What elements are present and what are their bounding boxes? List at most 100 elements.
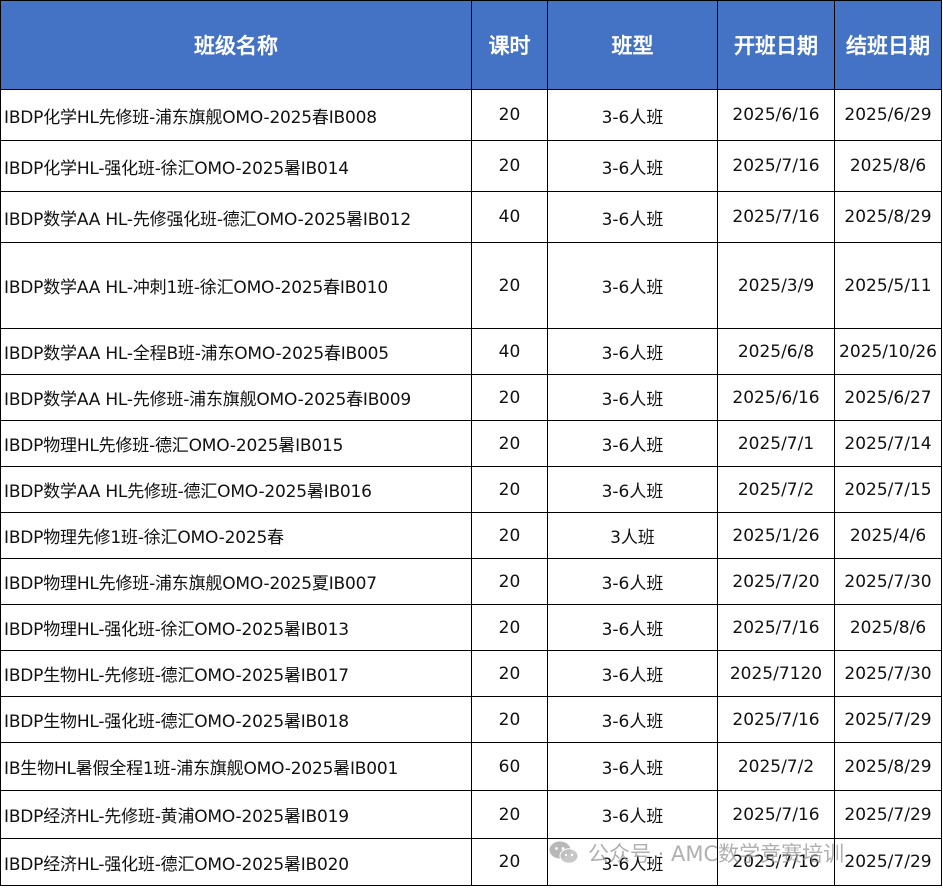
cell-end-date: 2025/7/30 xyxy=(834,650,942,697)
table-row: IBDP化学HL-强化班-徐汇OMO-2025暑IB014 20 3-6人班 2… xyxy=(0,140,942,192)
header-start-date: 开班日期 xyxy=(717,0,835,90)
table-row: IBDP物理先修1班-徐汇OMO-2025春 20 3人班 2025/1/26 … xyxy=(0,512,942,559)
cell-end-date: 2025/7/14 xyxy=(834,420,942,467)
header-row: 班级名称 课时 班型 开班日期 结班日期 xyxy=(0,0,942,90)
cell-end-date: 2025/7/29 xyxy=(834,696,942,743)
cell-class-name: IBDP经济HL-强化班-德汇OMO-2025暑IB020 xyxy=(0,838,472,886)
table-row: IBDP经济HL-强化班-德汇OMO-2025暑IB020 20 3-6人班 2… xyxy=(0,838,942,886)
cell-start-date: 2025/7/16 xyxy=(717,838,835,886)
cell-start-date: 2025/7/16 xyxy=(717,696,835,743)
cell-end-date: 2025/10/26 xyxy=(834,328,942,375)
cell-class-name: IBDP化学HL-强化班-徐汇OMO-2025暑IB014 xyxy=(0,140,472,192)
cell-hours: 40 xyxy=(471,191,548,243)
cell-end-date: 2025/7/29 xyxy=(834,838,942,886)
cell-hours: 20 xyxy=(471,466,548,513)
cell-class-name: IBDP物理HL先修班-德汇OMO-2025暑IB015 xyxy=(0,420,472,467)
cell-start-date: 2025/7/16 xyxy=(717,604,835,651)
header-class-name: 班级名称 xyxy=(0,0,472,90)
cell-class-type: 3-6人班 xyxy=(547,89,718,141)
cell-class-name: IBDP数学AA HL-全程B班-浦东OMO-2025春IB005 xyxy=(0,328,472,375)
cell-class-type: 3-6人班 xyxy=(547,604,718,651)
table-row: IBDP数学AA HL-冲刺1班-徐汇OMO-2025春IB010 20 3-6… xyxy=(0,242,942,329)
cell-class-name: IBDP数学AA HL-先修强化班-德汇OMO-2025暑IB012 xyxy=(0,191,472,243)
cell-end-date: 2025/6/29 xyxy=(834,89,942,141)
cell-class-type: 3-6人班 xyxy=(547,696,718,743)
cell-class-name: IBDP物理HL先修班-浦东旗舰OMO-2025夏IB007 xyxy=(0,558,472,605)
cell-class-name: IBDP化学HL先修班-浦东旗舰OMO-2025春IB008 xyxy=(0,89,472,141)
header-hours: 课时 xyxy=(471,0,548,90)
cell-hours: 20 xyxy=(471,420,548,467)
cell-class-type: 3-6人班 xyxy=(547,466,718,513)
cell-end-date: 2025/8/6 xyxy=(834,140,942,192)
cell-class-type: 3-6人班 xyxy=(547,650,718,697)
cell-end-date: 2025/8/29 xyxy=(834,742,942,791)
cell-start-date: 2025/7120 xyxy=(717,650,835,697)
cell-class-type: 3-6人班 xyxy=(547,328,718,375)
header-class-type: 班型 xyxy=(547,0,718,90)
cell-start-date: 2025/7/16 xyxy=(717,191,835,243)
cell-hours: 20 xyxy=(471,558,548,605)
cell-class-type: 3-6人班 xyxy=(547,790,718,839)
cell-hours: 20 xyxy=(471,242,548,329)
cell-class-type: 3-6人班 xyxy=(547,140,718,192)
cell-class-type: 3-6人班 xyxy=(547,242,718,329)
cell-hours: 20 xyxy=(471,89,548,141)
table-row: IBDP化学HL先修班-浦东旗舰OMO-2025春IB008 20 3-6人班 … xyxy=(0,89,942,141)
table-row: IBDP生物HL-强化班-德汇OMO-2025暑IB018 20 3-6人班 2… xyxy=(0,696,942,743)
cell-hours: 40 xyxy=(471,328,548,375)
cell-start-date: 2025/6/16 xyxy=(717,374,835,421)
cell-class-type: 3-6人班 xyxy=(547,558,718,605)
cell-end-date: 2025/4/6 xyxy=(834,512,942,559)
cell-end-date: 2025/6/27 xyxy=(834,374,942,421)
cell-class-type: 3-6人班 xyxy=(547,838,718,886)
header-end-date: 结班日期 xyxy=(834,0,942,90)
cell-hours: 20 xyxy=(471,790,548,839)
cell-hours: 20 xyxy=(471,140,548,192)
cell-hours: 20 xyxy=(471,838,548,886)
cell-class-name: IBDP生物HL-先修班-德汇OMO-2025暑IB017 xyxy=(0,650,472,697)
cell-start-date: 2025/7/2 xyxy=(717,742,835,791)
cell-end-date: 2025/8/29 xyxy=(834,191,942,243)
table-row: IBDP物理HL-强化班-徐汇OMO-2025暑IB013 20 3-6人班 2… xyxy=(0,604,942,651)
cell-start-date: 2025/7/1 xyxy=(717,420,835,467)
cell-end-date: 2025/7/30 xyxy=(834,558,942,605)
cell-end-date: 2025/7/29 xyxy=(834,790,942,839)
table-row: IBDP数学AA HL先修班-德汇OMO-2025暑IB016 20 3-6人班… xyxy=(0,466,942,513)
cell-class-name: IB生物HL暑假全程1班-浦东旗舰OMO-2025暑IB001 xyxy=(0,742,472,791)
cell-hours: 20 xyxy=(471,374,548,421)
cell-start-date: 2025/7/2 xyxy=(717,466,835,513)
cell-start-date: 2025/1/26 xyxy=(717,512,835,559)
cell-start-date: 2025/7/20 xyxy=(717,558,835,605)
table-row: IBDP物理HL先修班-德汇OMO-2025暑IB015 20 3-6人班 20… xyxy=(0,420,942,467)
table-row: IBDP生物HL-先修班-德汇OMO-2025暑IB017 20 3-6人班 2… xyxy=(0,650,942,697)
cell-class-name: IBDP数学AA HL-先修班-浦东旗舰OMO-2025春IB009 xyxy=(0,374,472,421)
table-row: IB生物HL暑假全程1班-浦东旗舰OMO-2025暑IB001 60 3-6人班… xyxy=(0,742,942,791)
class-schedule-table: 班级名称 课时 班型 开班日期 结班日期 IBDP化学HL先修班-浦东旗舰OMO… xyxy=(0,0,942,886)
cell-class-name: IBDP数学AA HL先修班-德汇OMO-2025暑IB016 xyxy=(0,466,472,513)
cell-hours: 20 xyxy=(471,650,548,697)
cell-class-name: IBDP生物HL-强化班-德汇OMO-2025暑IB018 xyxy=(0,696,472,743)
cell-hours: 60 xyxy=(471,742,548,791)
cell-class-name: IBDP物理HL-强化班-徐汇OMO-2025暑IB013 xyxy=(0,604,472,651)
table-row: IBDP物理HL先修班-浦东旗舰OMO-2025夏IB007 20 3-6人班 … xyxy=(0,558,942,605)
cell-start-date: 2025/6/16 xyxy=(717,89,835,141)
cell-class-type: 3-6人班 xyxy=(547,420,718,467)
cell-class-type: 3-6人班 xyxy=(547,191,718,243)
cell-start-date: 2025/3/9 xyxy=(717,242,835,329)
cell-class-name: IBDP经济HL-先修班-黄浦OMO-2025暑IB019 xyxy=(0,790,472,839)
cell-start-date: 2025/7/16 xyxy=(717,140,835,192)
cell-start-date: 2025/7/16 xyxy=(717,790,835,839)
cell-end-date: 2025/8/6 xyxy=(834,604,942,651)
cell-hours: 20 xyxy=(471,512,548,559)
cell-start-date: 2025/6/8 xyxy=(717,328,835,375)
table-row: IBDP经济HL-先修班-黄浦OMO-2025暑IB019 20 3-6人班 2… xyxy=(0,790,942,839)
table-row: IBDP数学AA HL-全程B班-浦东OMO-2025春IB005 40 3-6… xyxy=(0,328,942,375)
cell-class-name: IBDP物理先修1班-徐汇OMO-2025春 xyxy=(0,512,472,559)
cell-hours: 20 xyxy=(471,604,548,651)
cell-class-type: 3-6人班 xyxy=(547,742,718,791)
cell-class-name: IBDP数学AA HL-冲刺1班-徐汇OMO-2025春IB010 xyxy=(0,242,472,329)
cell-class-type: 3-6人班 xyxy=(547,374,718,421)
cell-end-date: 2025/7/15 xyxy=(834,466,942,513)
table-row: IBDP数学AA HL-先修强化班-德汇OMO-2025暑IB012 40 3-… xyxy=(0,191,942,243)
cell-end-date: 2025/5/11 xyxy=(834,242,942,329)
